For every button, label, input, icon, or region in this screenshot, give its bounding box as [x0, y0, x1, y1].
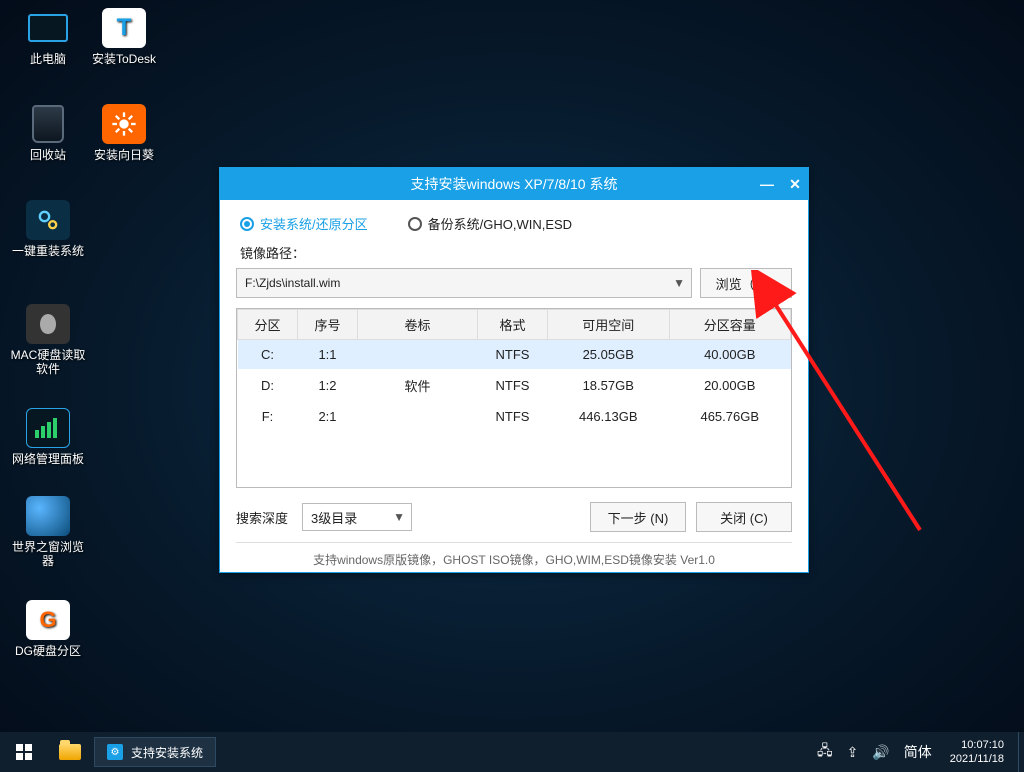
browse-button[interactable]: 浏览（B） [700, 268, 792, 298]
desktop-icon-todesk[interactable]: T 安装ToDesk [86, 8, 162, 66]
table-row[interactable]: F:2:1NTFS446.13GB465.76GB [238, 402, 791, 431]
globe-icon [26, 496, 70, 536]
radio-dot-icon [240, 217, 254, 231]
radio-backup[interactable]: 备份系统/GHO,WIN,ESD [408, 214, 572, 233]
desktop-icon-dg[interactable]: G DG硬盘分区 [10, 600, 86, 658]
show-desktop-button[interactable] [1018, 732, 1024, 772]
radio-dot-icon [408, 217, 422, 231]
clock-time: 10:07:10 [950, 738, 1004, 752]
col-partition: 分区 [238, 310, 298, 340]
radio-install[interactable]: 安装系统/还原分区 [240, 214, 368, 233]
volume-icon[interactable]: 🔊 [872, 744, 889, 761]
window-title: 支持安装windows XP/7/8/10 系统 [411, 174, 618, 194]
chevron-down-icon: ▼ [673, 276, 685, 290]
apple-icon [26, 304, 70, 344]
col-fs: 格式 [478, 310, 548, 340]
taskbar: ⚙ 支持安装系统 🖧 ⇪ 🔊 简体 10:07:10 2021/11/18 [0, 732, 1024, 772]
installer-window: 支持安装windows XP/7/8/10 系统 — ✕ 安装系统/还原分区 备… [219, 167, 809, 573]
minimize-button[interactable]: — [760, 177, 774, 191]
desktop-icon-bin[interactable]: 回收站 [10, 104, 86, 162]
network-icon[interactable]: 🖧 [817, 740, 833, 764]
app-icon: ⚙ [107, 744, 123, 760]
dg-icon: G [26, 600, 70, 640]
network-panel-icon [26, 408, 70, 448]
icon-label: 此电脑 [10, 52, 86, 66]
desktop-icon-net[interactable]: 网络管理面板 [10, 408, 86, 466]
chevron-down-icon: ▼ [393, 510, 405, 524]
sunflower-icon [102, 104, 146, 144]
icon-label: 一键重装系统 [10, 244, 86, 258]
depth-label: 搜索深度 [236, 508, 288, 527]
taskbar-file-explorer[interactable] [48, 732, 92, 772]
icon-label: 安装ToDesk [86, 52, 162, 66]
usb-icon[interactable]: ⇪ [847, 744, 859, 761]
icon-label: 安装向日葵 [86, 148, 162, 162]
ime-indicator[interactable]: 简体 [904, 742, 932, 762]
taskbar-task-installer[interactable]: ⚙ 支持安装系统 [94, 737, 216, 767]
next-button[interactable]: 下一步 (N) [590, 502, 686, 532]
windows-icon [16, 744, 32, 760]
desktop-icon-pc[interactable]: 此电脑 [10, 8, 86, 66]
start-button[interactable] [0, 732, 48, 772]
icon-label: 世界之窗浏览器 [10, 540, 86, 568]
icon-label: 网络管理面板 [10, 452, 86, 466]
col-vol: 卷标 [358, 310, 478, 340]
icon-label: 回收站 [10, 148, 86, 162]
col-free: 可用空间 [548, 310, 670, 340]
icon-label: DG硬盘分区 [10, 644, 86, 658]
task-title: 支持安装系统 [131, 744, 203, 761]
image-path-input[interactable]: F:\Zjds\install.wim ▼ [236, 268, 692, 298]
icon-label: MAC硬盘读取软件 [10, 348, 86, 376]
clock[interactable]: 10:07:10 2021/11/18 [946, 738, 1008, 766]
recycle-bin-icon [26, 104, 70, 144]
computer-icon [26, 8, 70, 48]
titlebar[interactable]: 支持安装windows XP/7/8/10 系统 — ✕ [220, 168, 808, 200]
table-row[interactable]: D:1:2软件NTFS18.57GB20.00GB [238, 369, 791, 402]
clock-date: 2021/11/18 [950, 752, 1004, 766]
depth-select[interactable]: 3级目录 ▼ [302, 503, 412, 531]
col-index: 序号 [298, 310, 358, 340]
path-value: F:\Zjds\install.wim [245, 276, 340, 290]
radio-label: 安装系统/还原分区 [260, 214, 368, 233]
desktop-icon-globe[interactable]: 世界之窗浏览器 [10, 496, 86, 568]
desktop-icon-mac[interactable]: MAC硬盘读取软件 [10, 304, 86, 376]
folder-icon [59, 744, 81, 760]
desktop-icon-sunflower[interactable]: 安装向日葵 [86, 104, 162, 162]
todesk-icon: T [102, 8, 146, 48]
gears-icon [26, 200, 70, 240]
path-label: 镜像路径： [240, 243, 792, 262]
col-cap: 分区容量 [669, 310, 791, 340]
radio-label: 备份系统/GHO,WIN,ESD [428, 214, 572, 233]
close-dialog-button[interactable]: 关闭 (C) [696, 502, 792, 532]
table-row[interactable]: C:1:1NTFS25.05GB40.00GB [238, 340, 791, 370]
depth-value: 3级目录 [311, 508, 357, 527]
footer-note: 支持windows原版镜像，GHOST ISO镜像，GHO,WIM,ESD镜像安… [236, 542, 792, 568]
desktop-icon-sys[interactable]: 一键重装系统 [10, 200, 86, 258]
close-button[interactable]: ✕ [788, 177, 802, 191]
system-tray: 🖧 ⇪ 🔊 简体 10:07:10 2021/11/18 [817, 738, 1018, 766]
partition-table[interactable]: 分区 序号 卷标 格式 可用空间 分区容量 C:1:1NTFS25.05GB40… [236, 308, 792, 488]
